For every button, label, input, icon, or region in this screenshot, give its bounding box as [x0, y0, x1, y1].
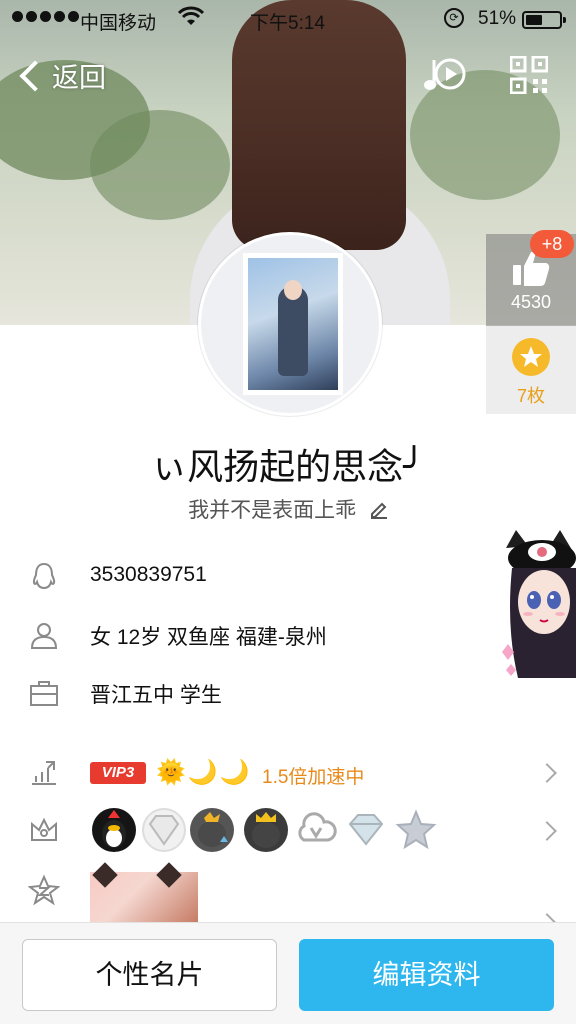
avatar[interactable] [198, 232, 382, 416]
info-school-row: 晋江五中 学生 [0, 673, 576, 713]
avatar-character-sticker[interactable] [498, 528, 576, 684]
info-personal-row: 女 12岁 双鱼座 福建-泉州 [0, 615, 576, 655]
growth-chart-icon [32, 761, 56, 785]
edit-profile-button[interactable]: 编辑资料 [299, 939, 554, 1011]
battery-icon [522, 11, 566, 29]
bottom-action-bar: 个性名片 编辑资料 [0, 922, 576, 1024]
vip-level-tag: VIP3 [90, 762, 146, 784]
crown-icon [31, 817, 57, 841]
penguin-star-badge[interactable] [190, 808, 234, 852]
carrier-name: 中国移动 [80, 13, 157, 34]
back-chevron-icon [19, 59, 51, 92]
badges-row[interactable] [0, 808, 576, 854]
qr-code-icon [509, 55, 549, 95]
vip-row[interactable]: VIP3 🌞🌙🌙 1.5倍加速中 [0, 752, 576, 794]
rotation-lock-icon: ⟳ [444, 8, 464, 28]
edit-pencil-icon[interactable] [370, 501, 388, 519]
signature-text: 我并不是表面上乖 [188, 499, 357, 522]
star-count: 7枚 [516, 386, 545, 406]
battery-percent: 51% [478, 8, 517, 29]
qzone-row[interactable] [0, 862, 576, 933]
like-count: 4530 [510, 292, 552, 312]
info-qq-row: 3530839751 [0, 557, 576, 597]
music-play-icon [424, 58, 466, 90]
qzone-photo-thumbnail[interactable] [90, 862, 198, 924]
qq-penguin-badge[interactable] [92, 808, 136, 852]
like-increment-badge: +8 [530, 230, 574, 258]
level-sun-moon-icons: 🌞🌙🌙 [156, 759, 252, 786]
star-medal-icon [512, 338, 550, 376]
back-label: 返回 [52, 63, 106, 93]
clock: 下午5:14 [250, 13, 325, 34]
speed-status: 1.5倍加速中 [262, 767, 365, 788]
penguin-crown-badge[interactable] [244, 808, 288, 852]
qzone-star-icon [28, 874, 60, 906]
back-button[interactable]: 返回 [14, 56, 106, 95]
music-button[interactable] [422, 54, 468, 96]
cloud-v-badge[interactable] [294, 808, 338, 852]
signature-line[interactable]: 我并不是表面上乖 [0, 494, 576, 524]
lv1-diamond-badge[interactable] [142, 808, 186, 852]
star-badge[interactable] [394, 808, 438, 852]
personal-details: 女 12岁 双鱼座 福建-泉州 [90, 626, 327, 649]
status-bar: 中国移动 下午5:14 ⟳ 51% [0, 0, 576, 40]
avatar-photo [243, 253, 343, 395]
chevron-right-icon [537, 763, 557, 783]
qq-number: 3530839751 [90, 563, 207, 586]
wifi-icon [177, 6, 205, 34]
signal-strength-icon [12, 11, 79, 22]
star-badge-button[interactable]: 7枚 [486, 326, 576, 414]
profile-card-button[interactable]: 个性名片 [22, 939, 277, 1011]
nickname: ぃ风扬起的思念╯ [151, 446, 425, 487]
briefcase-icon [30, 681, 58, 706]
school-info: 晋江五中 学生 [90, 684, 222, 707]
diamond-badge[interactable] [344, 808, 388, 852]
qr-code-button[interactable] [509, 55, 549, 95]
chevron-right-icon [537, 821, 557, 841]
penguin-icon [32, 562, 56, 590]
person-icon [30, 623, 58, 649]
